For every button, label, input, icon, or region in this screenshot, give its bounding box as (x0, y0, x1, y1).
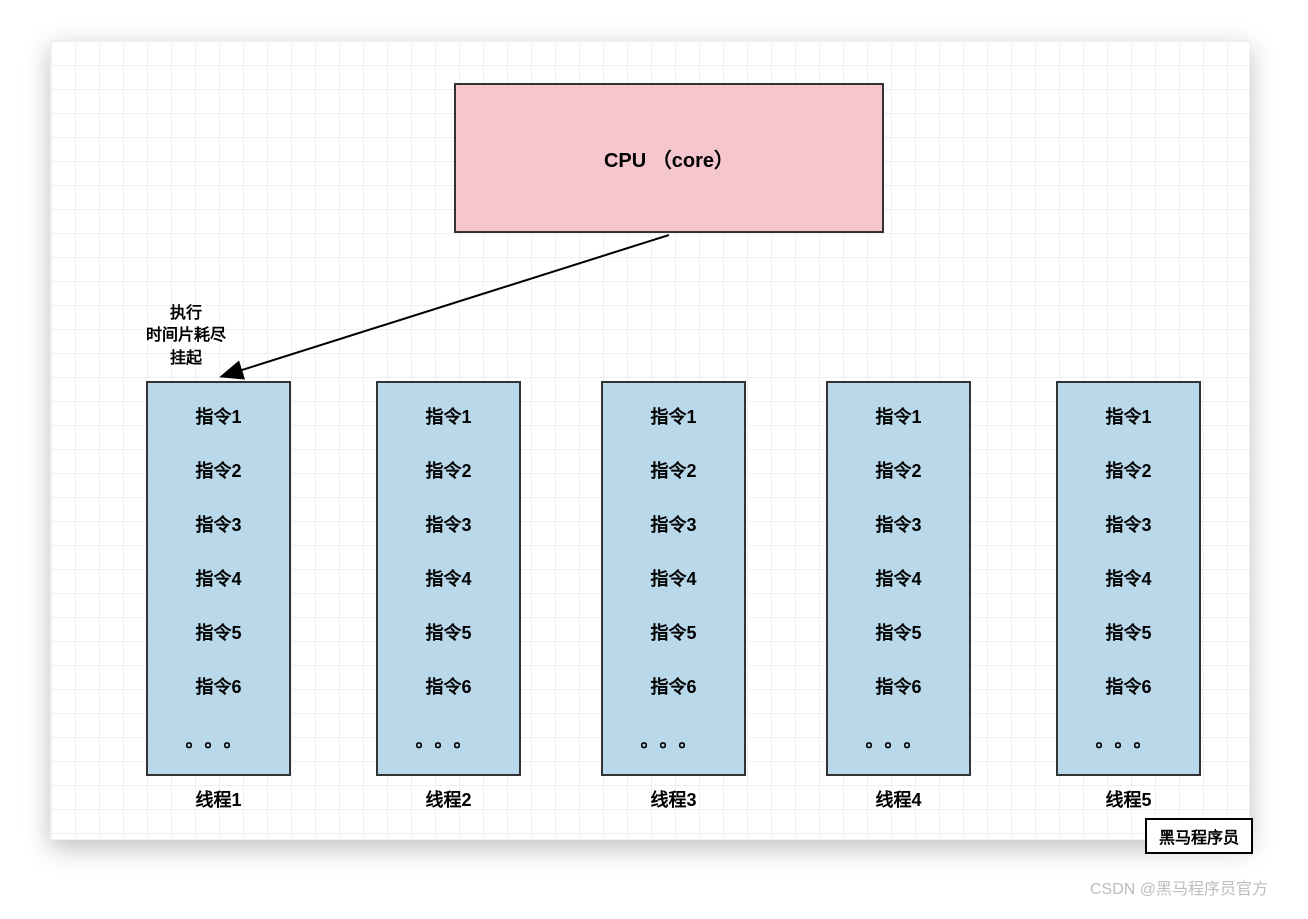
instruction: 指令6 (148, 673, 289, 699)
thread-label-4: 线程4 (826, 786, 971, 812)
instruction: 指令3 (148, 511, 289, 537)
ellipsis: 。。。 (148, 727, 289, 753)
instruction: 指令6 (828, 673, 969, 699)
instruction: 指令1 (1058, 403, 1199, 429)
thread-box-5: 指令1 指令2 指令3 指令4 指令5 指令6 。。。 (1056, 381, 1201, 776)
watermark-box: 黑马程序员 (1145, 818, 1253, 854)
instruction: 指令5 (148, 619, 289, 645)
thread-box-1: 指令1 指令2 指令3 指令4 指令5 指令6 。。。 (146, 381, 291, 776)
ellipsis: 。。。 (1058, 727, 1199, 753)
instruction: 指令2 (1058, 457, 1199, 483)
instruction: 指令3 (1058, 511, 1199, 537)
cpu-box: CPU （core） (454, 83, 884, 233)
thread-label-1: 线程1 (146, 786, 291, 812)
instruction: 指令2 (603, 457, 744, 483)
instruction: 指令1 (378, 403, 519, 429)
instruction: 指令2 (148, 457, 289, 483)
ellipsis: 。。。 (603, 727, 744, 753)
instruction: 指令6 (603, 673, 744, 699)
thread-label-2: 线程2 (376, 786, 521, 812)
instruction: 指令2 (828, 457, 969, 483)
instruction: 指令4 (148, 565, 289, 591)
instruction: 指令1 (828, 403, 969, 429)
annot-line1: 执行 (146, 303, 226, 325)
instruction: 指令5 (378, 619, 519, 645)
instruction: 指令1 (603, 403, 744, 429)
thread-box-4: 指令1 指令2 指令3 指令4 指令5 指令6 。。。 (826, 381, 971, 776)
instruction: 指令5 (1058, 619, 1199, 645)
instruction: 指令5 (603, 619, 744, 645)
thread-label-5: 线程5 (1056, 786, 1201, 812)
instruction: 指令3 (378, 511, 519, 537)
thread-label-3: 线程3 (601, 786, 746, 812)
instruction: 指令4 (828, 565, 969, 591)
cpu-label: CPU （core） (604, 144, 734, 173)
instruction: 指令4 (1058, 565, 1199, 591)
instruction: 指令4 (603, 565, 744, 591)
ellipsis: 。。。 (378, 727, 519, 753)
ellipsis: 。。。 (828, 727, 969, 753)
instruction: 指令2 (378, 457, 519, 483)
instruction: 指令6 (1058, 673, 1199, 699)
diagram-canvas: CPU （core） 执行 时间片耗尽 挂起 指令1 指令2 指令3 指令4 指… (50, 40, 1250, 840)
credit-text: CSDN @黑马程序员官方 (1090, 875, 1268, 899)
thread-box-2: 指令1 指令2 指令3 指令4 指令5 指令6 。。。 (376, 381, 521, 776)
annot-line2: 时间片耗尽 (146, 325, 226, 347)
instruction: 指令1 (148, 403, 289, 429)
annot-line3: 挂起 (146, 348, 226, 370)
instruction: 指令3 (603, 511, 744, 537)
instruction: 指令5 (828, 619, 969, 645)
arrow-annotation: 执行 时间片耗尽 挂起 (146, 303, 226, 370)
instruction: 指令6 (378, 673, 519, 699)
thread-box-3: 指令1 指令2 指令3 指令4 指令5 指令6 。。。 (601, 381, 746, 776)
watermark-text: 黑马程序员 (1159, 830, 1239, 847)
instruction: 指令3 (828, 511, 969, 537)
instruction: 指令4 (378, 565, 519, 591)
